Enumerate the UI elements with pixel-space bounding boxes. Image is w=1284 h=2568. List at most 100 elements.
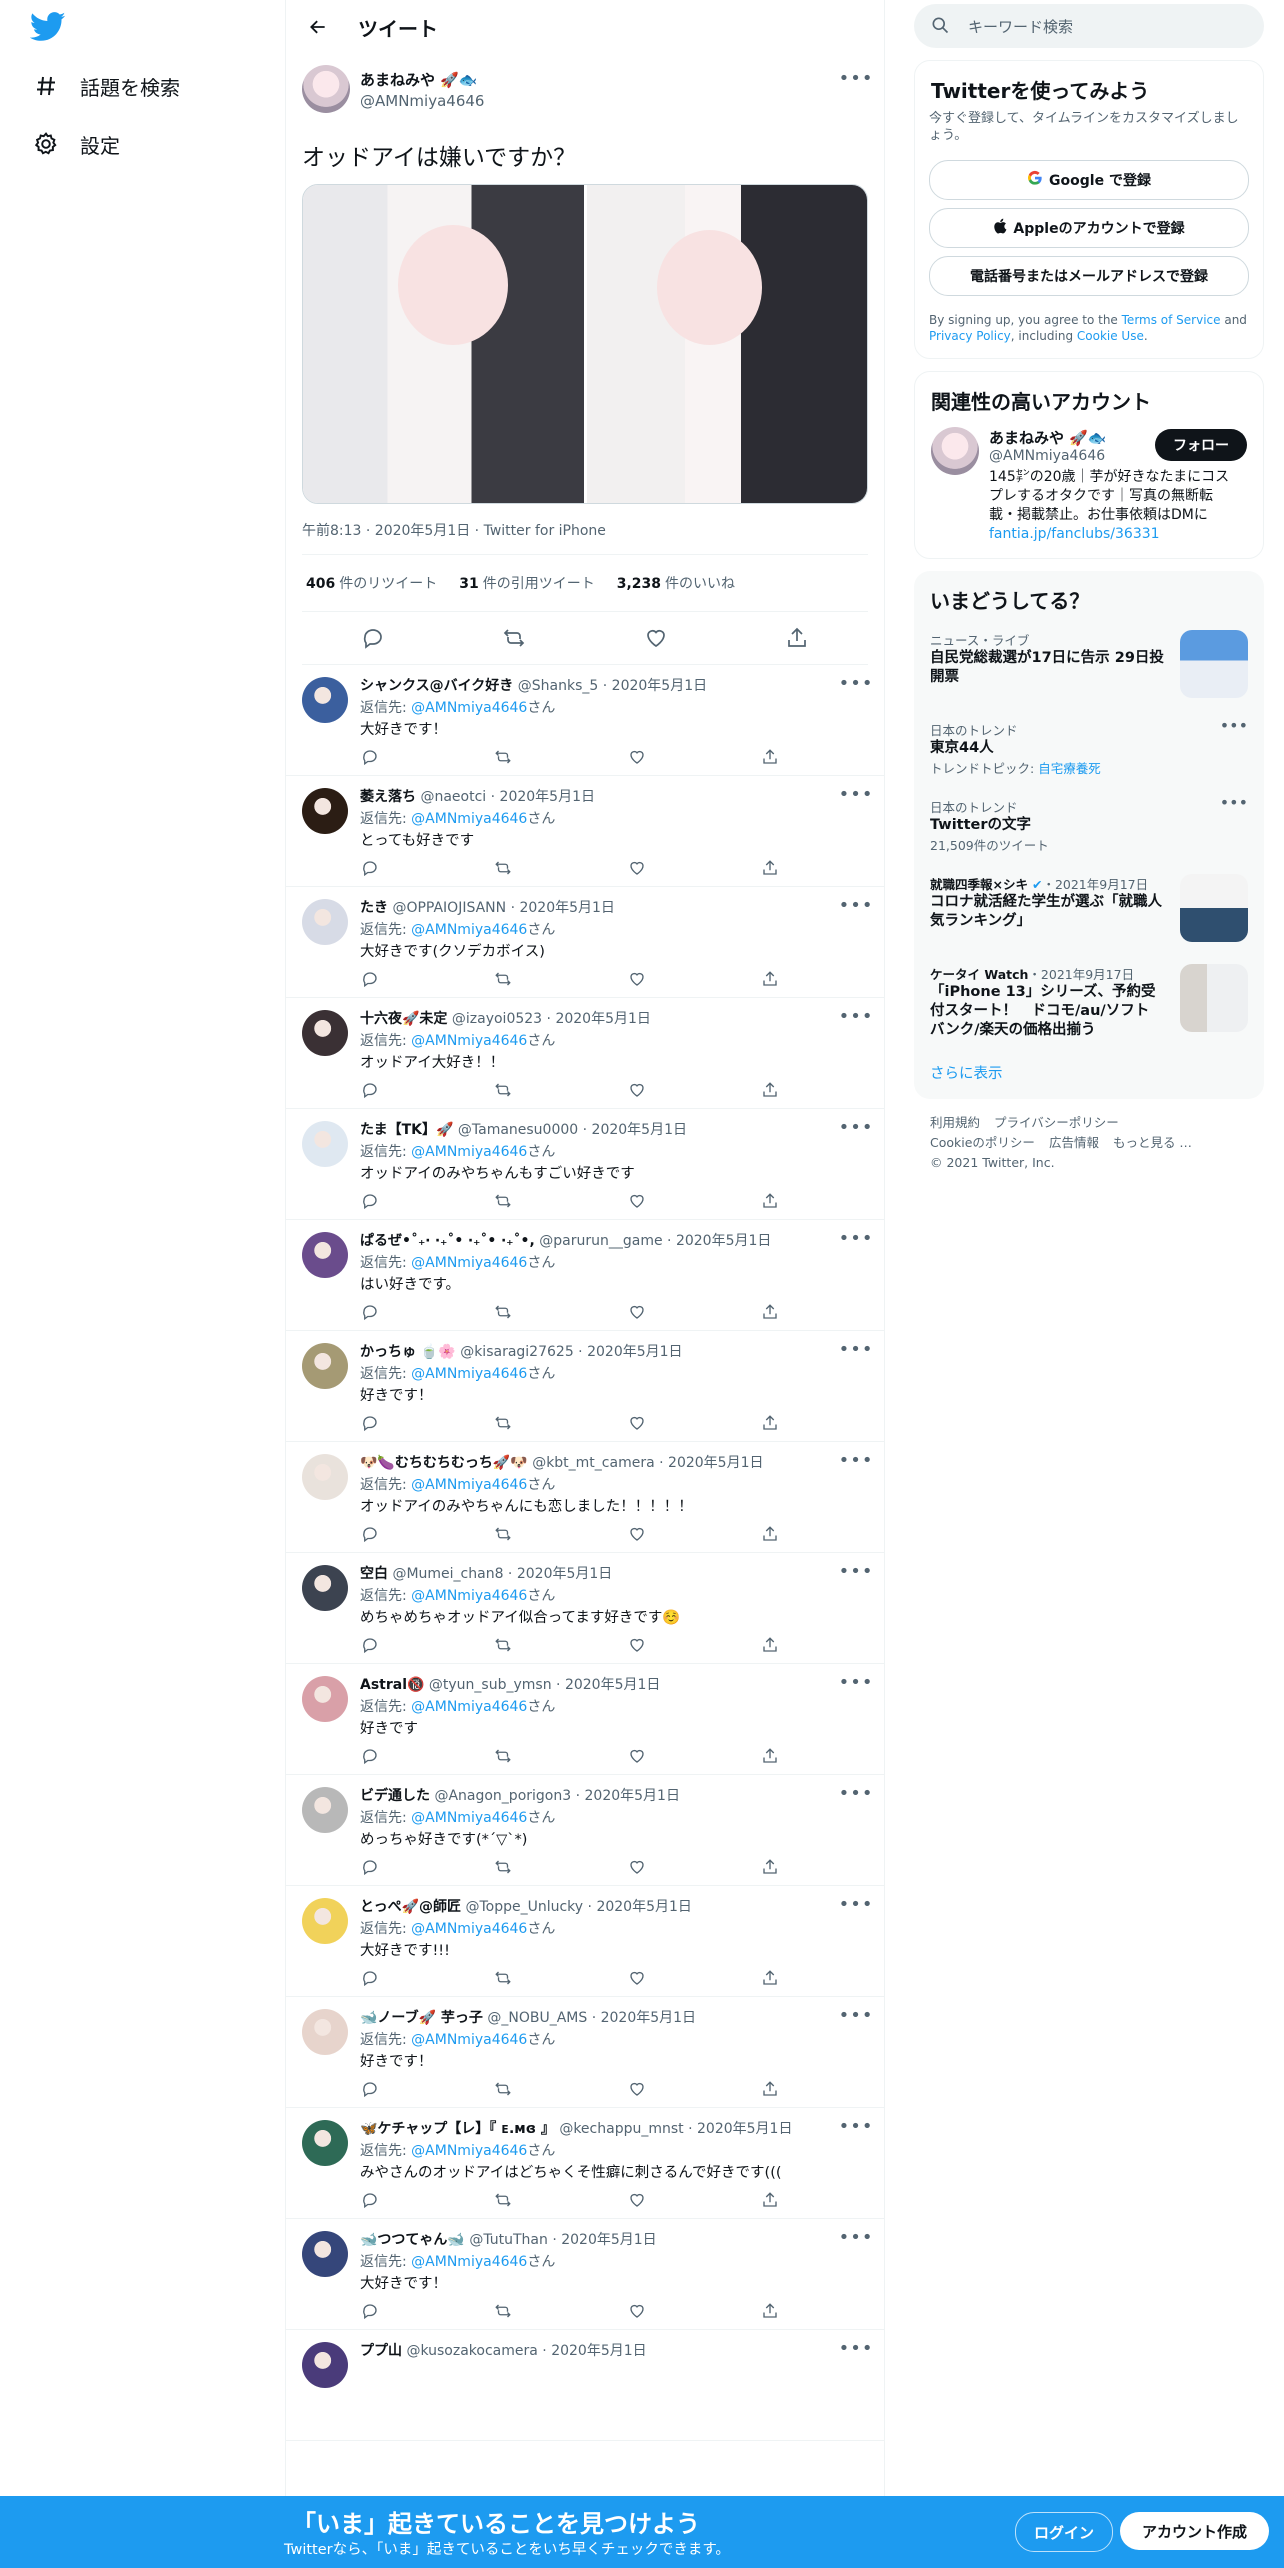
reply-tweet[interactable]: 空白 @Mumei_chan8 · 2020年5月1日 返信先: @AMNmiya… [286, 1553, 884, 1664]
reply-author-name[interactable]: ププ山 [360, 2343, 402, 2359]
share-icon[interactable] [760, 747, 780, 767]
reply-icon[interactable] [360, 747, 380, 767]
reply-tweet[interactable]: 十六夜🚀未定 @izayoi0523 · 2020年5月1日 返信先: @AMNm… [286, 998, 884, 1109]
reply-author-name[interactable]: 萎え落ち [360, 789, 416, 805]
reply-author-name[interactable]: とっぺ🚀@師匠 [360, 1899, 461, 1915]
phone-email-signup-button[interactable]: 電話番号またはメールアドレスで登録 [929, 256, 1249, 296]
share-icon[interactable] [760, 2079, 780, 2099]
login-button[interactable]: ログイン [1015, 2512, 1114, 2552]
mention-link[interactable]: @AMNmiya4646 [411, 2032, 527, 2048]
reply-icon[interactable] [360, 1302, 380, 1322]
trend-item[interactable]: 日本のトレンド Twitterの文字 21,509件のツイート ••• [914, 787, 1264, 864]
reply-date[interactable]: · 2020年5月1日 [583, 1899, 692, 1915]
share-icon[interactable] [760, 1635, 780, 1655]
retweet-icon[interactable] [493, 1524, 513, 1544]
reply-author-name[interactable]: かっちゅ 🍵🌸 [360, 1344, 456, 1360]
reply-date[interactable]: · 2020年5月1日 [663, 1233, 771, 1249]
retweet-icon[interactable] [493, 1302, 513, 1322]
reply-icon[interactable] [360, 1968, 380, 1988]
retweet-icon[interactable] [493, 1413, 513, 1433]
retweet-icon[interactable] [493, 858, 513, 878]
like-icon[interactable] [627, 1080, 647, 1100]
reply-icon[interactable] [360, 858, 380, 878]
like-icon[interactable] [627, 969, 647, 989]
more-options-icon[interactable]: ••• [1220, 716, 1248, 735]
more-options-icon[interactable]: ••• [839, 2116, 873, 2137]
share-icon[interactable] [760, 1746, 780, 1766]
retweet-count[interactable]: 406 件のリツイート [306, 573, 437, 593]
reply-author-handle[interactable]: @kusozakocamera [406, 2343, 537, 2359]
share-icon[interactable] [760, 2190, 780, 2210]
avatar[interactable] [302, 899, 348, 945]
reply-author-name[interactable]: たま【TK】🚀 [360, 1122, 453, 1138]
like-icon[interactable] [627, 1413, 647, 1433]
reply-date[interactable]: · 2020年5月1日 [684, 2121, 792, 2137]
avatar[interactable] [302, 65, 350, 113]
reply-author-handle[interactable]: @kisaragi27625 [460, 1344, 574, 1360]
reply-icon[interactable] [360, 1857, 380, 1877]
reply-tweet[interactable]: 🦋ケチャップ【レ】『 ᴇ.ᴍɞ 』 @kechappu_mnst · 2020年… [286, 2108, 884, 2219]
avatar[interactable] [302, 1343, 348, 1389]
footer-link[interactable]: もっと見る … [1113, 1135, 1192, 1150]
reply-author-handle[interactable]: @Shanks_5 [518, 678, 599, 694]
more-options-icon[interactable]: ••• [839, 1894, 873, 1915]
mention-link[interactable]: @AMNmiya4646 [411, 811, 527, 827]
more-options-icon[interactable]: ••• [839, 784, 873, 805]
related-account[interactable]: あまねみや 🚀🐟 @AMNmiya4646 145㌢の20歳｜芋が好きなたまにコ… [915, 421, 1263, 558]
more-options-icon[interactable]: ••• [839, 1783, 873, 1804]
share-icon[interactable] [760, 2301, 780, 2321]
reply-author-handle[interactable]: @izayoi0523 [452, 1011, 542, 1027]
mention-link[interactable]: @AMNmiya4646 [411, 700, 527, 716]
trend-item[interactable]: ニュース・ライブ 自民党総裁選が17日に告示 29日投開票 [914, 620, 1264, 710]
like-icon[interactable] [627, 1635, 647, 1655]
retweet-icon[interactable] [501, 625, 527, 651]
reply-icon[interactable] [360, 2301, 380, 2321]
more-options-icon[interactable]: ••• [839, 1006, 873, 1027]
like-icon[interactable] [627, 1746, 647, 1766]
like-count[interactable]: 3,238 件のいいね [617, 573, 735, 593]
reply-tweet[interactable]: たま【TK】🚀 @Tamanesu0000 · 2020年5月1日 返信先: @A… [286, 1109, 884, 1220]
avatar[interactable] [302, 1232, 348, 1278]
reply-author-name[interactable]: 十六夜🚀未定 [360, 1011, 447, 1027]
more-options-icon[interactable]: ••• [839, 1450, 873, 1471]
reply-tweet[interactable]: Astral🔞 @tyun_sub_ymsn · 2020年5月1日 返信先: @… [286, 1664, 884, 1775]
like-icon[interactable] [627, 1302, 647, 1322]
reply-author-handle[interactable]: @parurun__game [539, 1233, 662, 1249]
share-icon[interactable] [760, 858, 780, 878]
reply-icon[interactable] [360, 625, 386, 651]
like-icon[interactable] [627, 747, 647, 767]
retweet-icon[interactable] [493, 1080, 513, 1100]
reply-icon[interactable] [360, 1080, 380, 1100]
trend-item[interactable]: 日本のトレンド 東京44人 トレンドトピック: 自宅療養死 ••• [914, 710, 1264, 787]
avatar[interactable] [302, 1121, 348, 1167]
privacy-link[interactable]: Privacy Policy [929, 329, 1011, 343]
reply-author-handle[interactable]: @kbt_mt_camera [532, 1455, 654, 1471]
reply-icon[interactable] [360, 969, 380, 989]
share-icon[interactable] [760, 969, 780, 989]
avatar[interactable] [302, 788, 348, 834]
reply-author-handle[interactable]: @Tamanesu0000 [458, 1122, 578, 1138]
mention-link[interactable]: @AMNmiya4646 [411, 2254, 527, 2270]
share-icon[interactable] [760, 1524, 780, 1544]
avatar[interactable] [302, 2120, 348, 2166]
share-icon[interactable] [760, 1080, 780, 1100]
reply-author-name[interactable]: 🐋つつてゃん🐋 [360, 2232, 465, 2248]
trend-item[interactable]: ケータイ Watch・2021年9月17日 「iPhone 13」シリーズ、予約… [914, 954, 1264, 1050]
mention-link[interactable]: @AMNmiya4646 [411, 1810, 527, 1826]
reply-icon[interactable] [360, 1413, 380, 1433]
nav-explore[interactable]: 話題を検索 [32, 66, 180, 106]
reply-author-handle[interactable]: @Mumei_chan8 [392, 1566, 503, 1582]
retweet-icon[interactable] [493, 2079, 513, 2099]
footer-link[interactable]: Cookieのポリシー [930, 1135, 1035, 1150]
reply-tweet[interactable]: たき @OPPAIOJISANN · 2020年5月1日 返信先: @AMNmiy… [286, 887, 884, 998]
trend-topic-link[interactable]: 自宅療養死 [1038, 761, 1101, 776]
avatar[interactable] [931, 427, 979, 475]
search-box[interactable]: キーワード検索 [914, 4, 1264, 48]
reply-date[interactable]: · 2020年5月1日 [574, 1344, 682, 1360]
like-icon[interactable] [627, 1857, 647, 1877]
mention-link[interactable]: @AMNmiya4646 [411, 1366, 527, 1382]
related-name[interactable]: あまねみや [989, 429, 1064, 447]
like-icon[interactable] [627, 1524, 647, 1544]
mention-link[interactable]: @AMNmiya4646 [411, 2143, 527, 2159]
more-options-icon[interactable]: ••• [839, 673, 873, 694]
